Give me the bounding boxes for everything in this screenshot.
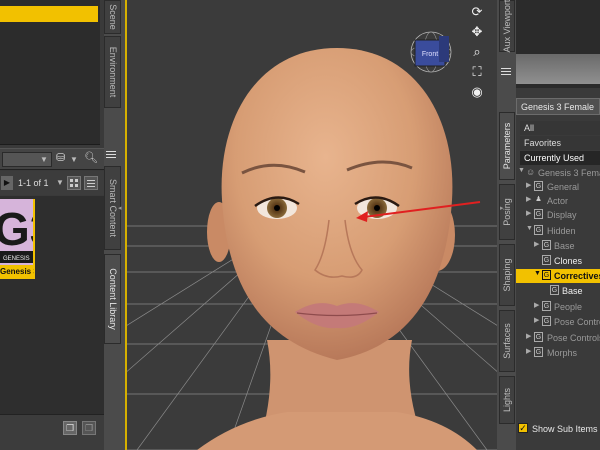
expand-arrow-icon[interactable]: ▼ bbox=[534, 270, 541, 277]
tree-group-hidden[interactable]: ▼ G Hidden bbox=[516, 224, 600, 238]
page-nav-arrow-icon[interactable]: ▶ bbox=[1, 176, 13, 190]
tree-group-display[interactable]: ▶ G Display bbox=[516, 208, 600, 222]
group-icon: G bbox=[550, 285, 559, 295]
tree-node-figure[interactable]: ▼ ☺ Genesis 3 Female bbox=[516, 166, 600, 180]
3d-viewport[interactable]: Front ⟳ ✥ ⌕ ⛶ ◉ bbox=[125, 0, 500, 450]
tree-group-pose-controls[interactable]: ▶ G Pose Controls bbox=[516, 331, 600, 345]
filter-all[interactable]: All bbox=[520, 121, 600, 135]
filter-favorites[interactable]: Favorites bbox=[520, 136, 600, 150]
svg-text:GENESIS: GENESIS bbox=[3, 256, 30, 262]
grid-view-icon[interactable] bbox=[67, 176, 81, 190]
node-selector[interactable]: Genesis 3 Female bbox=[516, 98, 600, 115]
group-icon: G bbox=[542, 270, 551, 280]
expand-arrow-icon[interactable]: ▶ bbox=[526, 209, 531, 217]
rotate-icon[interactable]: ⟳ bbox=[469, 4, 485, 20]
group-icon: G bbox=[534, 332, 543, 342]
chevron-down-icon[interactable]: ▼ bbox=[40, 155, 48, 164]
tab-posing[interactable]: Posing bbox=[499, 184, 515, 240]
annotation-arrow bbox=[356, 201, 481, 222]
show-sub-items-checkbox[interactable]: ✓ bbox=[518, 423, 528, 433]
chevron-down-icon[interactable]: ▼ bbox=[56, 178, 64, 187]
genesis-logo-icon: G3 GENESIS bbox=[0, 199, 33, 265]
page-info: 1-1 of 1 bbox=[18, 178, 49, 188]
frame-icon[interactable]: ⛶ bbox=[469, 64, 485, 80]
zoom-icon[interactable]: ⌕ bbox=[469, 44, 485, 60]
expand-arrow-icon[interactable]: ▶ bbox=[526, 195, 531, 203]
chevron-down-icon[interactable]: ▼ bbox=[70, 155, 78, 164]
camera-cube[interactable]: Front bbox=[409, 30, 453, 74]
tree-group-base[interactable]: ▶ G Base bbox=[516, 239, 600, 253]
asset-thumbnail[interactable]: G3 GENESIS bbox=[0, 199, 33, 265]
expand-arrow-icon[interactable]: ▶ bbox=[534, 301, 539, 309]
pan-icon[interactable]: ✥ bbox=[469, 24, 485, 40]
tree-group-general[interactable]: ▶ G General bbox=[516, 180, 600, 194]
tree-group-clones[interactable]: G Clones bbox=[516, 254, 600, 268]
group-icon: G bbox=[542, 240, 551, 250]
group-icon: G bbox=[542, 316, 551, 326]
camera-cube-label: Front bbox=[422, 51, 438, 58]
group-icon: G bbox=[534, 181, 543, 191]
search-icon[interactable]: 🔍︎ bbox=[84, 151, 98, 167]
aux-viewport-floor bbox=[516, 54, 600, 84]
actor-icon: ♟ bbox=[535, 196, 542, 203]
svg-text:G3: G3 bbox=[0, 203, 33, 255]
tab-parameters[interactable]: Parameters bbox=[499, 112, 515, 180]
tree-group-correctives[interactable]: ▼ G Correctives bbox=[516, 269, 600, 283]
asset-name: Genesis 3 Female bbox=[0, 267, 34, 276]
tab-shaping[interactable]: Shaping bbox=[499, 244, 515, 306]
show-sub-items-label: Show Sub Items bbox=[532, 424, 598, 434]
tree-group-correctives-base[interactable]: G Base bbox=[516, 284, 600, 298]
expand-arrow-icon[interactable]: ▶ bbox=[526, 181, 531, 189]
tab-lights[interactable]: Lights bbox=[499, 376, 515, 424]
database-icon[interactable]: ⛁ bbox=[56, 151, 70, 167]
tree-group-actor[interactable]: ▶ ♟ Actor bbox=[516, 194, 600, 208]
expand-arrow-icon[interactable]: ▼ bbox=[526, 225, 533, 232]
tab-scene[interactable]: Scene bbox=[104, 0, 121, 34]
list-view-icon[interactable] bbox=[84, 176, 98, 190]
figure-head[interactable] bbox=[197, 40, 477, 450]
group-icon: G bbox=[534, 347, 543, 357]
expand-arrow-icon[interactable]: ▶ bbox=[526, 347, 531, 355]
group-icon: G bbox=[542, 255, 551, 265]
pane-menu-icon[interactable] bbox=[106, 151, 116, 159]
tab-aux-viewport[interactable]: Aux Viewport bbox=[499, 0, 515, 52]
pane-menu-icon[interactable] bbox=[501, 68, 511, 76]
collapse-left-icon[interactable]: ◂ bbox=[118, 204, 122, 212]
tab-environment[interactable]: Environment bbox=[104, 36, 121, 108]
tree-group-hidden-pose-controls[interactable]: ▶ G Pose Controls bbox=[516, 315, 600, 329]
collapse-right-icon[interactable]: ▸ bbox=[500, 204, 504, 212]
reset-view-icon[interactable]: ◉ bbox=[469, 84, 485, 100]
expand-arrow-icon[interactable]: ▶ bbox=[534, 316, 539, 324]
tab-surfaces[interactable]: Surfaces bbox=[499, 310, 515, 372]
group-icon: G bbox=[534, 225, 543, 235]
group-icon: G bbox=[542, 301, 551, 311]
paste-icon[interactable]: ❐ bbox=[82, 421, 96, 435]
figure-icon: ☺ bbox=[526, 167, 536, 177]
group-icon: G bbox=[534, 209, 543, 219]
expand-arrow-icon[interactable]: ▼ bbox=[518, 167, 525, 174]
expand-arrow-icon[interactable]: ▶ bbox=[534, 240, 539, 248]
copy-icon[interactable]: ❐ bbox=[63, 421, 77, 435]
scene-list-selected-item[interactable] bbox=[0, 6, 98, 22]
tree-group-people[interactable]: ▶ G People bbox=[516, 300, 600, 314]
expand-arrow-icon[interactable]: ▶ bbox=[526, 332, 531, 340]
filter-currently-used[interactable]: Currently Used bbox=[520, 151, 600, 165]
tab-content-library[interactable]: Content Library bbox=[104, 254, 121, 344]
tree-group-morphs[interactable]: ▶ G Morphs bbox=[516, 346, 600, 360]
